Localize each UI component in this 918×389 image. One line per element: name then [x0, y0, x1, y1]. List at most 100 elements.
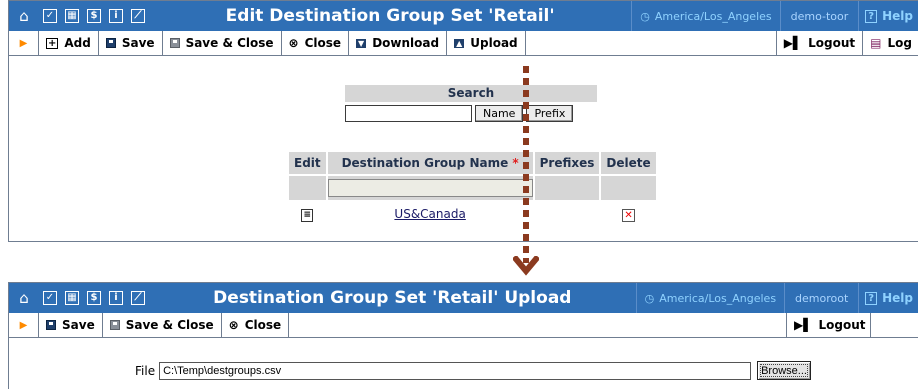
upload-label: Upload	[470, 36, 518, 50]
dollar-icon[interactable]: $	[83, 1, 105, 31]
save-icon	[105, 38, 116, 48]
save-label: Save	[121, 36, 155, 50]
log-button[interactable]: ▤ Log	[863, 31, 918, 55]
col-prefixes: Prefixes	[534, 152, 600, 174]
info-icon[interactable]: i	[105, 1, 127, 31]
add-icon: +	[46, 37, 59, 49]
grid-icon[interactable]: ▦	[61, 1, 83, 31]
chart-icon[interactable]: ⟋	[127, 1, 149, 31]
save-close-label: Save & Close	[125, 318, 214, 332]
user-name[interactable]: demo-toor	[779, 1, 859, 31]
logout-button[interactable]: ▶▌ Logout	[775, 31, 864, 55]
download-label: Download	[372, 36, 440, 50]
logout-icon: ▶▌	[783, 36, 803, 50]
table-row: ≡ US&Canada ✕	[289, 202, 656, 226]
row-delete-cell: ✕	[601, 202, 655, 226]
clock-icon: ◷	[640, 9, 650, 23]
download-button[interactable]: ▼ Download	[349, 31, 448, 55]
close-button[interactable]: ⊗ Close	[222, 313, 290, 337]
search-name-button[interactable]: Name	[475, 105, 524, 122]
col-destination-group-name: Destination Group Name *	[327, 152, 533, 174]
timezone-link[interactable]: ◷ America/Los_Angeles	[631, 1, 779, 31]
help-label: Help	[882, 291, 913, 305]
home-icon[interactable]: ⌂	[9, 283, 39, 313]
browse-button[interactable]: Browse...	[757, 361, 811, 380]
new-row	[289, 176, 656, 200]
upload-window: ⌂ ✓ ▦ $ i ⟋ Destination Group Set 'Retai…	[8, 282, 918, 389]
file-path-input[interactable]	[159, 361, 752, 380]
logout-button[interactable]: ▶▌ Logout	[786, 313, 871, 337]
timezone-label: America/Los_Angeles	[659, 291, 777, 305]
col-edit: Edit	[289, 152, 326, 174]
add-button[interactable]: + Add	[39, 31, 99, 55]
chart-icon[interactable]: ⟋	[127, 283, 149, 313]
save-close-button[interactable]: Save & Close	[163, 31, 282, 55]
help-label: Help	[882, 9, 913, 23]
new-row-prefixes-cell	[534, 176, 600, 200]
title-bar: ⌂ ✓ ▦ $ i ⟋ Edit Destination Group Set '…	[9, 1, 918, 31]
close-icon: ⊗	[228, 318, 239, 332]
file-label: File	[135, 363, 156, 378]
required-mark: *	[512, 156, 519, 170]
log-label: Log	[887, 36, 912, 50]
search-input[interactable]	[345, 105, 472, 122]
title-icons: ⌂ ✓ ▦ $ i ⟋	[9, 1, 149, 31]
search-header: Search	[345, 85, 597, 102]
flow-arrow-head-icon	[513, 256, 539, 276]
col-name-label: Destination Group Name	[341, 156, 509, 170]
grid-icon[interactable]: ▦	[61, 283, 83, 313]
dollar-icon[interactable]: $	[83, 283, 105, 313]
upload-button[interactable]: ▲ Upload	[447, 31, 526, 55]
edit-destination-group-window: ⌂ ✓ ▦ $ i ⟋ Edit Destination Group Set '…	[8, 0, 918, 242]
logout-label: Logout	[808, 36, 856, 50]
menu-arrow-icon[interactable]: ▶	[9, 313, 39, 337]
timezone-link[interactable]: ◷ America/Los_Angeles	[635, 283, 784, 313]
help-link[interactable]: ? Help	[858, 283, 918, 313]
timezone-label: America/Los_Angeles	[654, 9, 772, 23]
search-panel: Search Name Prefix	[345, 85, 597, 122]
new-row-edit-cell	[289, 176, 326, 200]
new-group-name-input[interactable]	[327, 179, 533, 197]
user-name[interactable]: demoroot	[784, 283, 858, 313]
edit-icon[interactable]: ≡	[301, 209, 314, 222]
save-label: Save	[62, 318, 95, 332]
page-title: Destination Group Set 'Retail' Upload	[213, 288, 572, 308]
toolbar: ▶ + Add Save Save & Close ⊗ Close ▼ Down…	[9, 31, 918, 56]
close-button[interactable]: ⊗ Close	[282, 31, 350, 55]
new-row-name-cell	[327, 176, 533, 200]
col-delete: Delete	[601, 152, 656, 174]
checkbox-icon[interactable]: ✓	[39, 1, 61, 31]
close-label: Close	[304, 36, 342, 50]
page-title: Edit Destination Group Set 'Retail'	[225, 6, 555, 26]
delete-icon[interactable]: ✕	[622, 208, 636, 222]
search-prefix-button[interactable]: Prefix	[526, 105, 574, 122]
home-icon[interactable]: ⌂	[9, 1, 39, 31]
close-icon: ⊗	[288, 36, 299, 50]
title-bar: ⌂ ✓ ▦ $ i ⟋ Destination Group Set 'Retai…	[9, 283, 918, 313]
row-name-cell: US&Canada	[328, 202, 533, 226]
menu-arrow-icon[interactable]: ▶	[9, 31, 39, 55]
info-icon[interactable]: i	[105, 283, 127, 313]
save-icon	[46, 320, 56, 330]
clock-icon: ◷	[644, 291, 655, 305]
logout-icon: ▶▌	[794, 318, 813, 332]
destination-group-link[interactable]: US&Canada	[394, 207, 465, 221]
download-icon: ▼	[356, 38, 367, 48]
save-button[interactable]: Save	[99, 31, 163, 55]
save-close-label: Save & Close	[185, 36, 274, 50]
help-link[interactable]: ? Help	[858, 1, 918, 31]
help-icon: ?	[865, 9, 878, 23]
save-close-button[interactable]: Save & Close	[103, 313, 222, 337]
checkbox-icon[interactable]: ✓	[39, 283, 61, 313]
row-prefixes-cell	[535, 202, 600, 226]
save-close-icon	[169, 38, 180, 48]
save-button[interactable]: Save	[39, 313, 103, 337]
row-edit-cell: ≡	[289, 202, 326, 226]
flow-arrow-line	[523, 66, 529, 263]
table-header-row: Edit Destination Group Name * Prefixes D…	[289, 152, 656, 174]
add-label: Add	[64, 36, 91, 50]
close-label: Close	[244, 318, 282, 332]
destination-group-table: Edit Destination Group Name * Prefixes D…	[287, 150, 658, 228]
help-icon: ?	[865, 291, 878, 305]
